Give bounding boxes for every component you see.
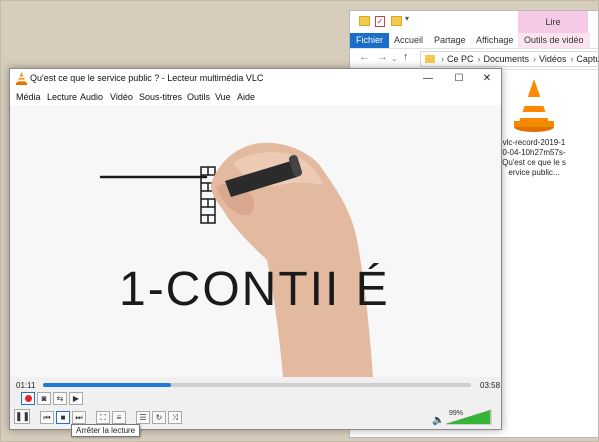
properties-icon[interactable]: ✓ — [375, 16, 385, 27]
address-bar[interactable]: ›Ce PC›Documents›Vidéos›Captures — [420, 51, 599, 67]
tab-partage[interactable]: Partage — [434, 33, 466, 48]
minimize-icon[interactable]: — — [413, 69, 443, 89]
chevron-right-icon: › — [533, 54, 537, 64]
file-name-label: vlc-record-2019-10-04-10h27m57s-Qu'est c… — [502, 138, 566, 177]
seek-slider[interactable] — [43, 383, 471, 387]
explorer-address-row: ← → ⌄ ↑ ›Ce PC›Documents›Vidéos›Captures — [350, 49, 599, 70]
breadcrumb-documents[interactable]: Documents — [484, 54, 530, 64]
ribbon-context-lire: Lire — [518, 11, 588, 33]
vlc-cone-icon — [514, 79, 554, 132]
vlc-player-window: Qu'est ce que le service public ? - Lect… — [9, 68, 502, 437]
frame-step-icon: ▶ — [72, 394, 80, 403]
tab-fichier[interactable]: Fichier — [350, 33, 390, 48]
stop-tooltip: Arrêter la lecture — [71, 424, 141, 437]
menu-lecture[interactable]: Lecture — [47, 92, 77, 102]
new-folder-icon[interactable] — [391, 16, 402, 26]
vlc-title-bar: Qu'est ce que le service public ? - Lect… — [10, 69, 501, 89]
back-arrow-icon[interactable]: ← — [359, 51, 370, 63]
record-button[interactable] — [21, 392, 35, 405]
speaker-icon[interactable]: 🔈 — [432, 415, 444, 426]
video-caption-text: 1-CONTII É — [119, 263, 390, 316]
stop-button[interactable]: ■ — [56, 411, 70, 424]
menu-sous-titres[interactable]: Sous-titres — [139, 92, 182, 102]
shuffle-button[interactable]: ⤨ — [168, 411, 182, 424]
equalizer-icon: ≡ — [116, 413, 122, 422]
fullscreen-button[interactable]: ⛶ — [96, 411, 110, 424]
volume-slider[interactable] — [446, 409, 492, 425]
shuffle-icon: ⤨ — [171, 413, 179, 422]
up-arrow-icon[interactable]: ↑ — [403, 51, 409, 63]
extended-settings-button[interactable]: ≡ — [112, 411, 126, 424]
loop-icon: ↻ — [155, 413, 163, 422]
menu-video[interactable]: Vidéo — [110, 92, 133, 102]
previous-button[interactable]: ⏮ — [40, 411, 54, 424]
playlist-button[interactable]: ☰ — [136, 411, 150, 424]
video-frame[interactable]: 1-CONTII É — [11, 105, 500, 377]
window-title: Qu'est ce que le service public ? - Lect… — [30, 73, 264, 83]
folder-icon — [425, 55, 435, 63]
menu-outils[interactable]: Outils — [187, 92, 210, 102]
vlc-menu-bar: Média Lecture Audio Vidéo Sous-titres Ou… — [10, 89, 501, 105]
recent-locations-icon[interactable]: ⌄ — [391, 54, 398, 63]
skip-back-icon: ⏮ — [43, 413, 51, 422]
breadcrumb-videos[interactable]: Vidéos — [539, 54, 566, 64]
loop-ab-icon: ⇆ — [56, 394, 64, 403]
total-time: 03:58 — [480, 381, 501, 390]
chevron-right-icon: › — [570, 54, 574, 64]
skip-forward-icon: ⏭ — [75, 413, 83, 422]
maximize-icon[interactable]: ☐ — [444, 69, 474, 89]
video-content: 1-CONTII É — [11, 105, 500, 377]
tab-affichage[interactable]: Affichage — [476, 33, 513, 48]
seek-progress-fill — [43, 383, 172, 387]
frame-by-frame-button[interactable]: ▶ — [69, 392, 83, 405]
playlist-icon: ☰ — [139, 413, 147, 422]
tab-outils-de-video[interactable]: Outils de vidéo — [518, 33, 590, 48]
advanced-controls-row: ◙ ⇆ ▶ — [10, 392, 501, 408]
snapshot-button[interactable]: ◙ — [37, 392, 51, 405]
file-item-vlc-record[interactable]: vlc-record-2019-10-04-10h27m57s-Qu'est c… — [502, 77, 566, 178]
folder-icon[interactable] — [359, 16, 370, 26]
explorer-ribbon-tabs: Fichier Accueil Partage Affichage Outils… — [350, 33, 598, 49]
vlc-cone-icon — [16, 72, 27, 85]
tab-accueil[interactable]: Accueil — [394, 33, 423, 48]
fullscreen-icon: ⛶ — [100, 413, 106, 422]
menu-vue[interactable]: Vue — [215, 92, 231, 102]
camera-icon: ◙ — [41, 394, 47, 403]
menu-audio[interactable]: Audio — [80, 92, 103, 102]
menu-aide[interactable]: Aide — [237, 92, 255, 102]
chevron-right-icon: › — [477, 54, 481, 64]
breadcrumb-captures[interactable]: Captures — [576, 54, 599, 64]
loop-button[interactable]: ↻ — [152, 411, 166, 424]
quick-access-dropdown-icon[interactable]: ▾ — [405, 14, 409, 25]
record-icon — [24, 395, 32, 402]
loop-ab-button[interactable]: ⇆ — [53, 392, 67, 405]
menu-media[interactable]: Média — [16, 92, 41, 102]
forward-arrow-icon[interactable]: → — [377, 51, 388, 63]
breadcrumb-ce-pc[interactable]: Ce PC — [447, 54, 474, 64]
pause-button[interactable]: ❚❚ — [14, 409, 30, 424]
pause-icon: ❚❚ — [15, 411, 31, 421]
stop-icon: ■ — [60, 413, 66, 422]
elapsed-time: 01:11 — [16, 381, 36, 390]
close-icon[interactable]: ✕ — [472, 69, 502, 89]
explorer-title-bar: ✓ ▾ Lire — [350, 11, 598, 33]
chevron-right-icon: › — [441, 54, 444, 64]
next-button[interactable]: ⏭ — [72, 411, 86, 424]
